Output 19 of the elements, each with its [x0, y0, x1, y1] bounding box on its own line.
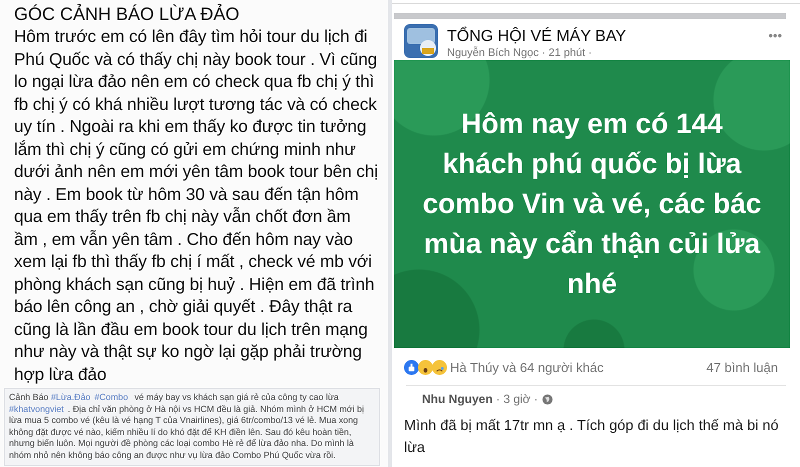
wow-icon [418, 360, 433, 374]
post-text: Cảnh Báo #Lừa.Đảo #Combo vé máy bay vs khách sạn giá rẻ của công ty cao lừa #khatvongviet . Địa chỉ văn phòng ở Hà nội vs HCM đều là giả. Nhóm mình ở HCM mới bị lừa mua 5 combo vé (kêu là vé hạng T của Vnairlines), giá 6tr/combo/13 vé lẻ. Mua xong không đặt được vé nào, kiếm nhiều lí do khó đặt để KH điền lên. Sau đó kêu hoàn tiền, nhưng biến luôn. Mọi người đề phòng các loại combo Hè rẻ để lừa đảo nha. Do mình là nhóm nhỏ nên không báo công an được như vụ lừa đảo Combo Phú Quốc vừa rồi. [4, 388, 380, 466]
hashtag-link[interactable]: #khatvongviet [9, 404, 64, 414]
group-avatar[interactable] [404, 24, 438, 58]
more-button[interactable]: ••• [768, 28, 782, 43]
group-name[interactable]: TỔNG HỘI VÉ MÁY BAY [447, 27, 760, 47]
like-icon [404, 360, 419, 374]
globe-icon [542, 394, 553, 404]
reactions-summary[interactable]: Hà Thúy và 64 người khác [450, 360, 706, 374]
hashtag-link[interactable]: #Combo [94, 392, 128, 402]
post-title: GÓC CẢNH BÁO LỪA ĐẢO [14, 4, 240, 25]
sad-icon [432, 360, 447, 374]
comment-text: Mình đã bị mất 17tr mn ạ . Tích góp đi du lịch thế mà bi nó lừa [403, 417, 780, 458]
post-card-text: Hôm nay em có 144 khách phú quốc bị lừa combo Vin và vé, các bác mùa này cẩn thận củi lửa nhé [422, 107, 762, 301]
comment-meta: Nhu Nguyen · 3 giờ · [422, 392, 538, 406]
post-text: Hôm trước em có lên đây tìm hỏi tour du lịch đi Phú Quốc và có thấy chị này book tour . Vì cũng lo ngại lừa đảo nên em có check qua fb chị ý thì fb chị ý có khá nhiều lượt tương tác và có check uy tín . Ngoài ra khi em thấy ko được tin tưởng lắm thì chị ý cũng có gửi em chứng minh như dưới ảnh nên em mới yên tâm book tour bên chị này . Em book từ hôm 30 và sau đến tận hôm qua em thấy trên fb chị này vẫn chốt đơn ầm ầm , em vẫn yên tâm . Cho đến hôm nay vào xem lại fb thì thấy fb chị í mất , check vé mb với phòng khách sạn cũng bị huỷ . Hiện em đã trình báo lên công an , chờ giải quyết . Đây thật ra cũng là lần đầu em book tour du lịch trên mạng như này và thật sự ko ngờ lại gặp phải trường hợp lừa đảo [14, 25, 378, 385]
post-meta: Nguyễn Bích Ngọc · 21 phút · [447, 47, 592, 59]
hashtag-link[interactable]: #Lừa.Đảo [50, 392, 90, 402]
comment-count[interactable]: 47 bình luận [706, 360, 778, 374]
